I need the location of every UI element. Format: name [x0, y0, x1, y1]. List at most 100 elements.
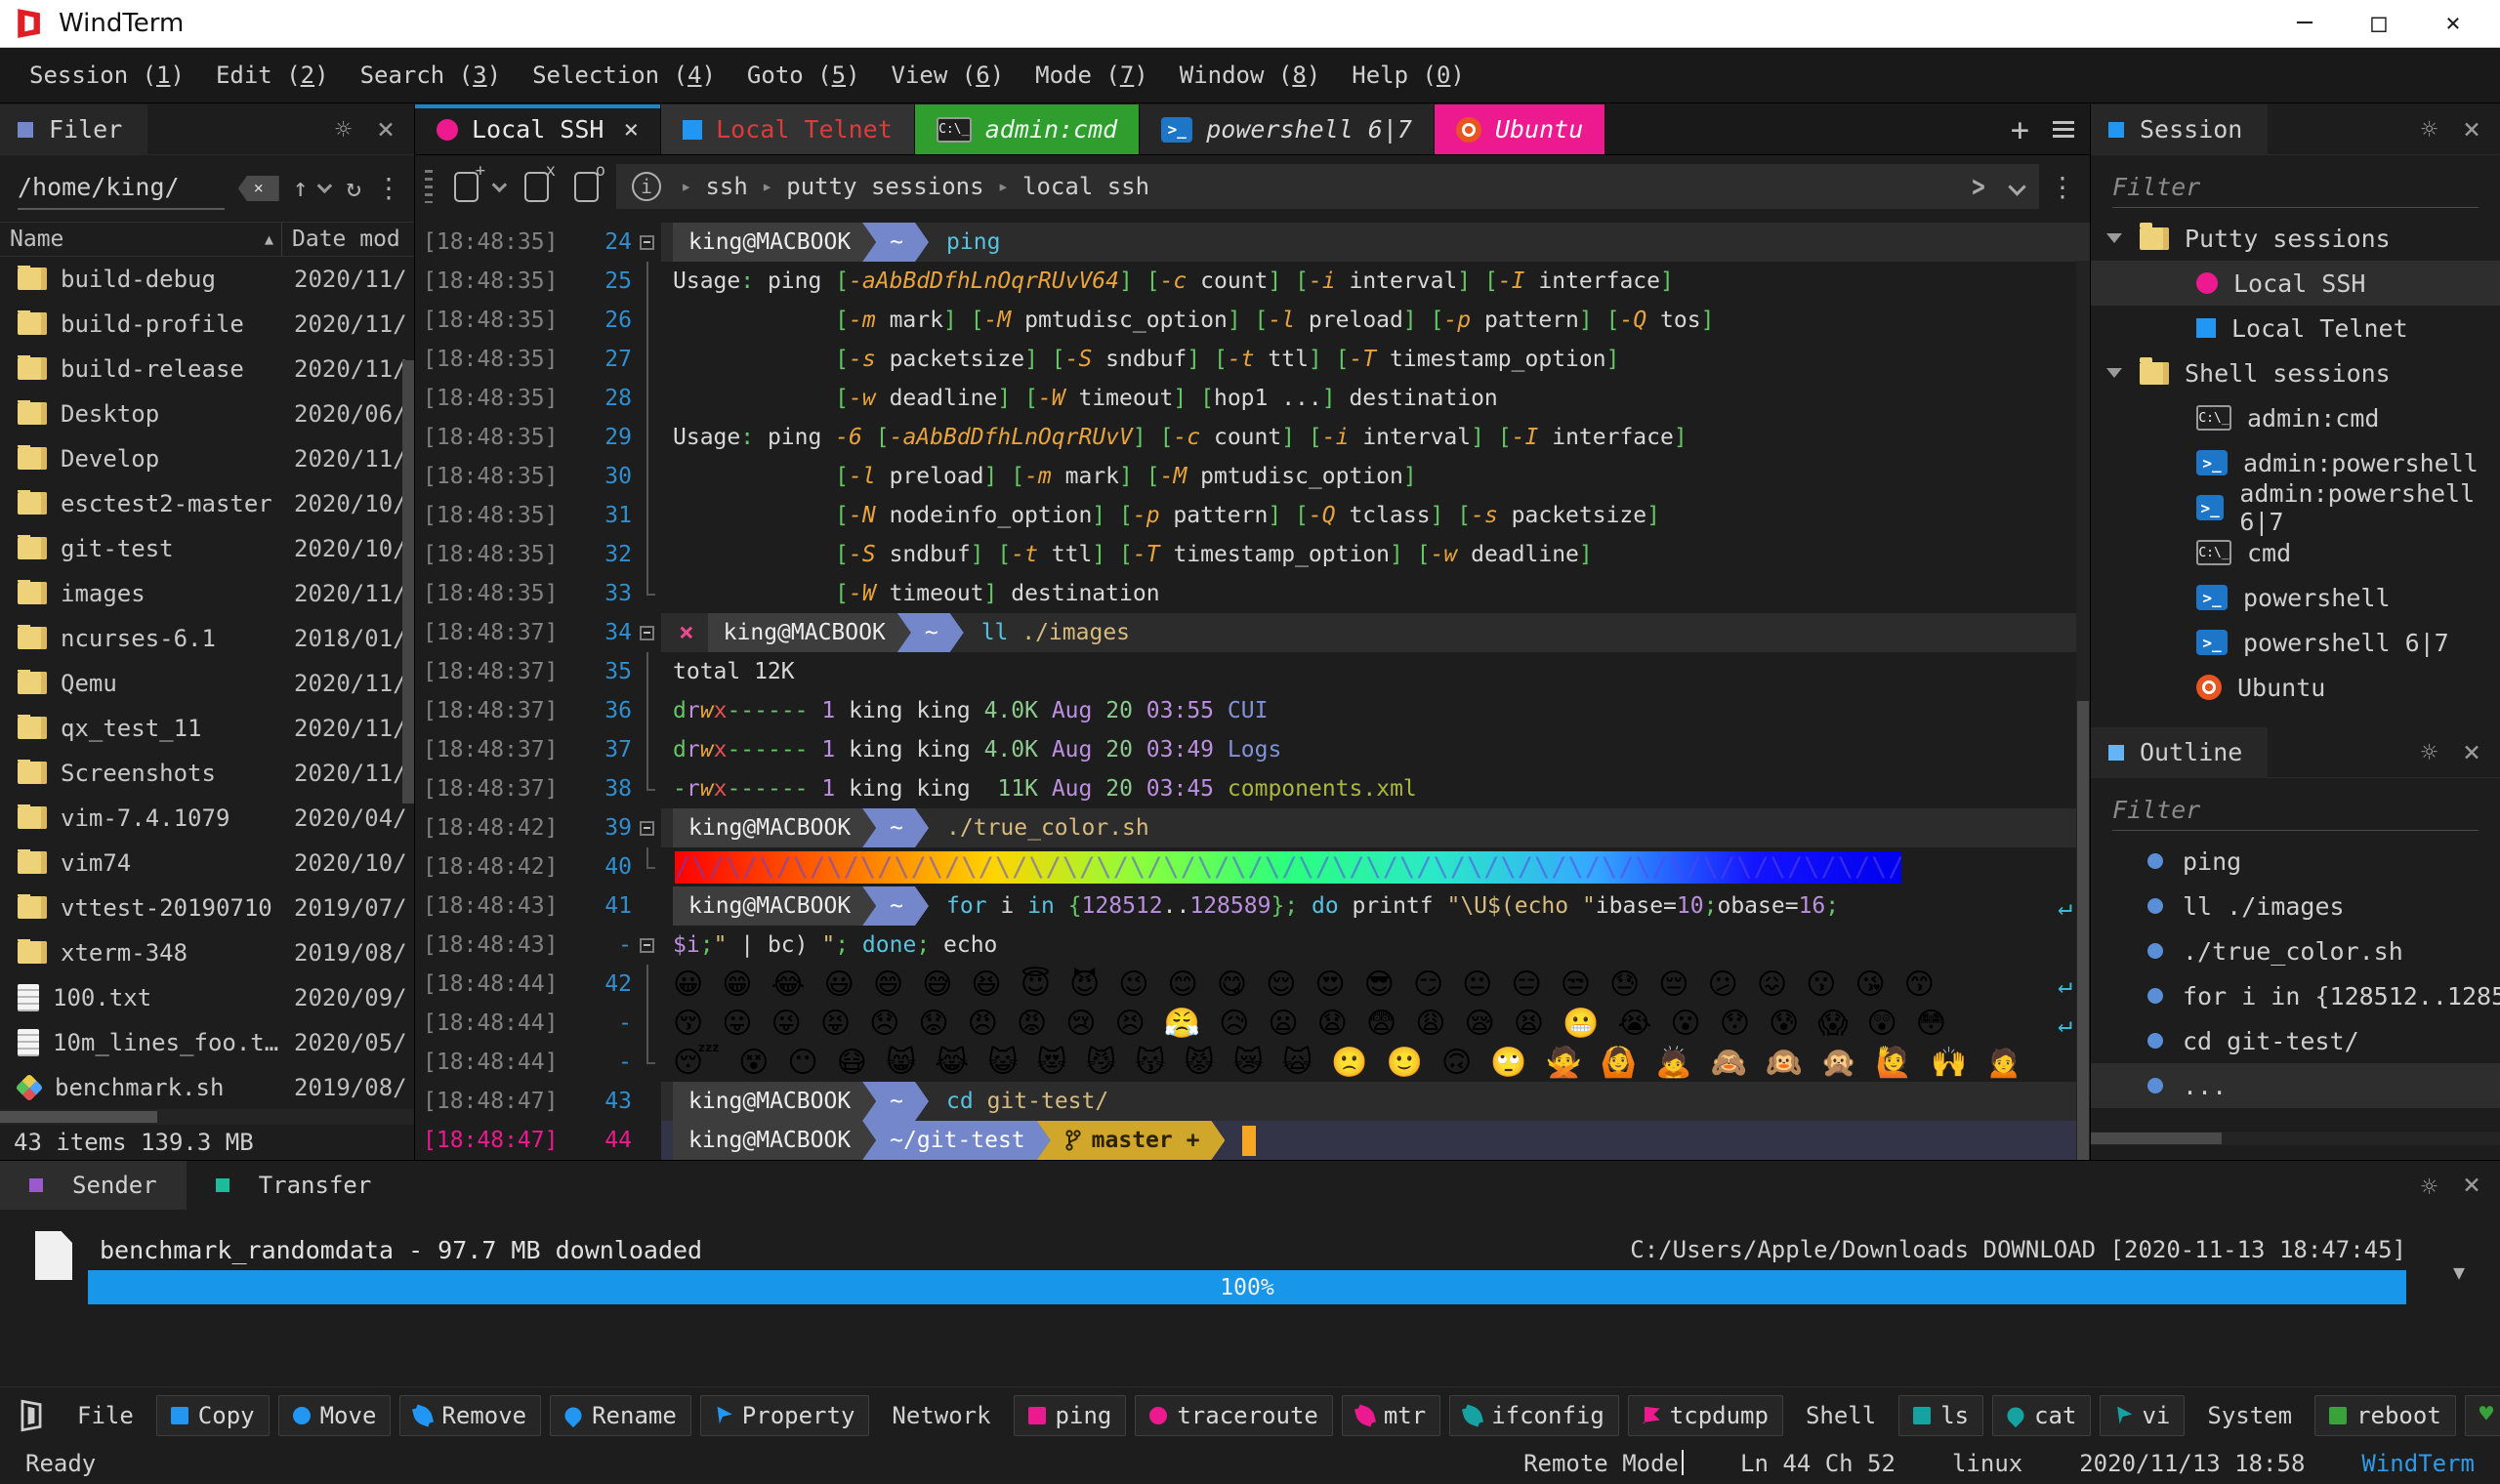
- file-row[interactable]: Qemu 2020/11/: [0, 661, 414, 706]
- close-session-icon[interactable]: [524, 161, 556, 202]
- session-tree-item[interactable]: >_ powershell 6|7: [2091, 620, 2500, 665]
- outline-filter-input[interactable]: [2112, 790, 2479, 831]
- menu-item-goto[interactable]: Goto (5): [731, 56, 876, 95]
- outline-item[interactable]: ping: [2091, 839, 2500, 884]
- fold-marker[interactable]: [632, 613, 661, 652]
- chevron-right-icon[interactable]: >: [1972, 170, 1985, 204]
- outline-item[interactable]: cd git-test/: [2091, 1018, 2500, 1063]
- file-row[interactable]: build-profile 2020/11/: [0, 302, 414, 347]
- toolbar-button-ls[interactable]: ls: [1898, 1394, 1984, 1436]
- session-settings-icon[interactable]: ☼: [2421, 113, 2438, 145]
- file-row[interactable]: ncurses-6.1 2018/01/: [0, 616, 414, 661]
- outline-horizontal-scrollbar[interactable]: [2091, 1132, 2500, 1145]
- fold-marker[interactable]: [632, 223, 661, 262]
- toolbar-button-rename[interactable]: Rename: [550, 1394, 691, 1436]
- tab-ubuntu[interactable]: Ubuntu: [1434, 104, 1606, 154]
- file-row[interactable]: vttest-20190710 2019/07/: [0, 886, 414, 930]
- menu-item-window[interactable]: Window (8): [1164, 56, 1337, 95]
- toolbar-button-move[interactable]: Move: [277, 1394, 392, 1436]
- reopen-session-icon[interactable]: [574, 161, 605, 202]
- clear-path-icon[interactable]: ×: [237, 175, 279, 201]
- outline-close-icon[interactable]: ×: [2463, 737, 2480, 767]
- new-session-icon[interactable]: [454, 161, 485, 202]
- close-button[interactable]: ×: [2416, 1, 2490, 46]
- file-row[interactable]: vim-7.4.1079 2020/04/: [0, 796, 414, 841]
- fold-marker[interactable]: [632, 808, 661, 847]
- outline-item[interactable]: ll ./images: [2091, 884, 2500, 928]
- toolbar-button-ping[interactable]: ping: [1013, 1394, 1127, 1436]
- transfer-settings-icon[interactable]: ☼: [2421, 1171, 2438, 1203]
- terminal-more-icon[interactable]: ⋮: [2049, 171, 2076, 203]
- file-row[interactable]: 10m_lines_foo.t… 2020/05/: [0, 1020, 414, 1065]
- up-directory-icon[interactable]: ↑: [293, 174, 309, 203]
- menu-item-selection[interactable]: Selection (4): [517, 56, 731, 95]
- toolbar-button-property[interactable]: Property: [699, 1394, 870, 1436]
- transfer-close-icon[interactable]: ×: [2463, 1171, 2480, 1203]
- column-name[interactable]: Name ▲: [0, 222, 282, 256]
- transfer-collapse-icon[interactable]: ▼: [2453, 1260, 2465, 1284]
- session-tree-item[interactable]: Putty sessions: [2091, 216, 2500, 261]
- new-session-dropdown-icon[interactable]: [491, 177, 508, 192]
- breadcrumb-dropdown-icon[interactable]: [2008, 177, 2026, 196]
- file-row[interactable]: images 2020/11/: [0, 571, 414, 616]
- breadcrumb-item[interactable]: putty sessions: [786, 173, 983, 200]
- outline-item[interactable]: for i in {128512..128589}: [2091, 973, 2500, 1018]
- toolbar-button-traceroute[interactable]: traceroute: [1135, 1394, 1333, 1436]
- file-row[interactable]: vim74 2020/10/: [0, 841, 414, 886]
- toolbar-button-crontab[interactable]: crontab: [2464, 1394, 2500, 1436]
- status-position[interactable]: Ln 44 Ch 52: [1740, 1450, 1896, 1477]
- maximize-button[interactable]: □: [2342, 1, 2416, 46]
- breadcrumb-item[interactable]: ssh: [705, 173, 747, 200]
- transfer-tab-transfer[interactable]: Transfer: [187, 1161, 401, 1210]
- column-date-modified[interactable]: Date mod: [282, 227, 414, 252]
- expand-arrow-icon[interactable]: [2106, 233, 2122, 243]
- path-dropdown-icon[interactable]: [316, 179, 333, 194]
- file-row[interactable]: benchmark.sh 2019/08/: [0, 1065, 414, 1109]
- session-panel-tab[interactable]: Session: [2091, 103, 2269, 155]
- drag-handle[interactable]: [425, 170, 433, 203]
- tab-powershell-6-7[interactable]: >_ powershell 6|7: [1140, 104, 1435, 154]
- expand-arrow-icon[interactable]: [2106, 368, 2122, 378]
- status-app-name[interactable]: WindTerm: [2361, 1450, 2475, 1477]
- session-tree-item[interactable]: C:\_ cmd: [2091, 530, 2500, 575]
- file-row[interactable]: Develop 2020/11/: [0, 436, 414, 481]
- file-row[interactable]: Desktop 2020/06/: [0, 392, 414, 436]
- status-os[interactable]: linux: [1952, 1450, 2022, 1477]
- filer-vertical-scrollbar[interactable]: [402, 360, 414, 1214]
- tab-local-ssh[interactable]: Local SSH ×: [415, 104, 662, 154]
- menu-item-view[interactable]: View (6): [876, 56, 1021, 95]
- menu-item-edit[interactable]: Edit (2): [200, 56, 345, 95]
- tab-local-telnet[interactable]: Local Telnet: [661, 104, 915, 154]
- outline-item[interactable]: ...: [2091, 1063, 2500, 1108]
- status-datetime[interactable]: 2020/11/13 18:58: [2079, 1450, 2305, 1477]
- minimize-button[interactable]: ─: [2268, 1, 2342, 46]
- file-row[interactable]: git-test 2020/10/: [0, 526, 414, 571]
- toolbar-button-reboot[interactable]: reboot: [2314, 1394, 2456, 1436]
- file-row[interactable]: build-debug 2020/11/: [0, 257, 414, 302]
- session-tree-item[interactable]: Local SSH: [2091, 261, 2500, 306]
- session-close-icon[interactable]: ×: [2463, 114, 2480, 144]
- add-tab-icon[interactable]: +: [2011, 111, 2029, 148]
- menu-item-session[interactable]: Session (1): [14, 56, 200, 95]
- filer-tab[interactable]: Filer: [0, 103, 148, 155]
- filer-path-input[interactable]: [18, 166, 225, 210]
- outline-settings-icon[interactable]: ☼: [2421, 736, 2438, 768]
- refresh-icon[interactable]: ↻: [346, 174, 361, 203]
- outline-item[interactable]: ./true_color.sh: [2091, 928, 2500, 973]
- toolbar-button-ifconfig[interactable]: ifconfig: [1449, 1394, 1619, 1436]
- session-tree-item[interactable]: Shell sessions: [2091, 350, 2500, 395]
- fold-marker[interactable]: [632, 926, 661, 965]
- toolbar-button-mtr[interactable]: mtr: [1341, 1394, 1441, 1436]
- tab-admin-cmd[interactable]: C:\_ admin:cmd: [914, 104, 1141, 154]
- filer-more-icon[interactable]: ⋮: [375, 172, 402, 204]
- tab-close-icon[interactable]: ×: [623, 115, 639, 144]
- file-row[interactable]: 100.txt 2020/09/: [0, 975, 414, 1020]
- transfer-tab-sender[interactable]: Sender: [0, 1161, 187, 1210]
- breadcrumb-item[interactable]: local ssh: [1022, 173, 1149, 200]
- session-tree-item[interactable]: C:\_ admin:cmd: [2091, 395, 2500, 440]
- session-tree-item[interactable]: >_ powershell: [2091, 575, 2500, 620]
- terminal-output[interactable]: [18:48:35] 24 king@MACBOOK ~ ping [18:48:35] 2…: [415, 218, 2090, 1160]
- menu-item-mode[interactable]: Mode (7): [1020, 56, 1164, 95]
- filer-horizontal-scrollbar[interactable]: [0, 1109, 414, 1126]
- filer-settings-icon[interactable]: ☼: [335, 113, 352, 145]
